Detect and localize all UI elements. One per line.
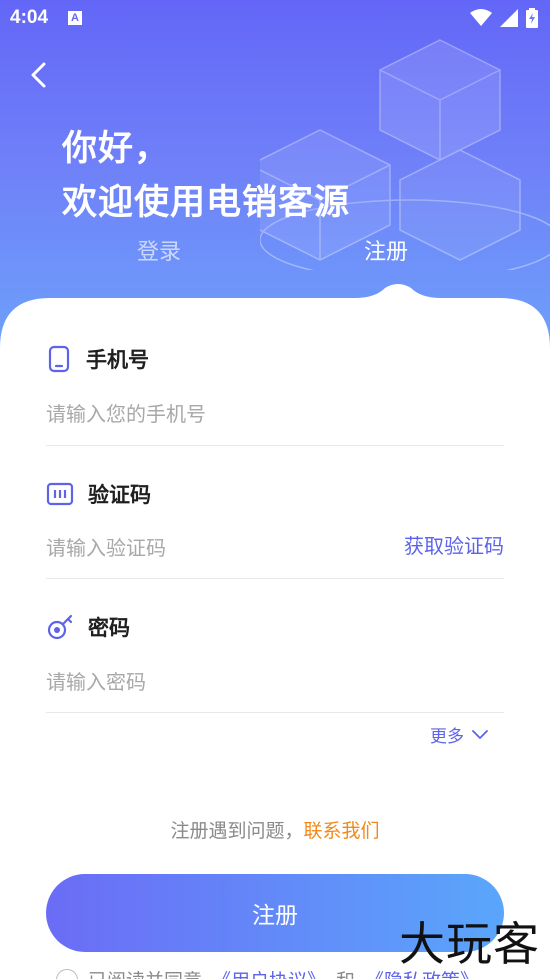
more-label: 更多 [430, 727, 464, 747]
help-prompt: 注册遇到问题， [170, 820, 304, 842]
user-agreement-link[interactable]: 《用户协议》 [212, 966, 326, 979]
code-label-text: 验证码 [88, 483, 151, 507]
phone-divider [46, 445, 504, 446]
password-input[interactable] [46, 662, 504, 702]
get-code-button[interactable]: 获取验证码 [404, 530, 504, 559]
phone-label: 手机号 [46, 344, 149, 374]
back-arrow-icon[interactable] [26, 60, 52, 90]
chevron-down-icon [472, 729, 488, 739]
welcome-greeting: 你好， 欢迎使用电销客源 [62, 122, 350, 230]
tab-register[interactable]: 注册 [364, 234, 408, 266]
contact-us-link[interactable]: 联系我们 [304, 820, 380, 842]
status-time: 4:04 [10, 7, 49, 28]
agreement-and: 和 [336, 966, 355, 979]
help-text: 注册遇到问题，联系我们 [0, 816, 550, 843]
code-label: 验证码 [46, 479, 151, 509]
password-label-text: 密码 [88, 616, 130, 640]
status-icons [470, 8, 538, 28]
password-divider [46, 712, 504, 713]
phone-label-text: 手机号 [86, 348, 149, 372]
notification-badge: A [68, 11, 83, 25]
password-label: 密码 [46, 612, 130, 642]
tab-login[interactable]: 登录 [137, 234, 181, 266]
code-icon [46, 482, 74, 506]
watermark-logo: 大玩客 [399, 917, 540, 971]
status-bar: 4:04 A [0, 0, 550, 36]
agreement-prefix: 已阅读并同意 [88, 966, 202, 979]
code-divider [46, 578, 504, 579]
code-input[interactable] [46, 528, 386, 568]
signal-icon [500, 9, 518, 27]
phone-input[interactable] [46, 394, 504, 434]
more-options-button[interactable]: 更多 [430, 722, 488, 747]
greeting-line-2: 欢迎使用电销客源 [62, 183, 351, 223]
wifi-icon [470, 9, 492, 26]
greeting-line-1: 你好， [62, 129, 171, 169]
phone-icon [48, 345, 70, 373]
battery-icon [526, 8, 538, 28]
key-icon [47, 614, 73, 640]
agreement-checkbox[interactable] [56, 968, 78, 979]
